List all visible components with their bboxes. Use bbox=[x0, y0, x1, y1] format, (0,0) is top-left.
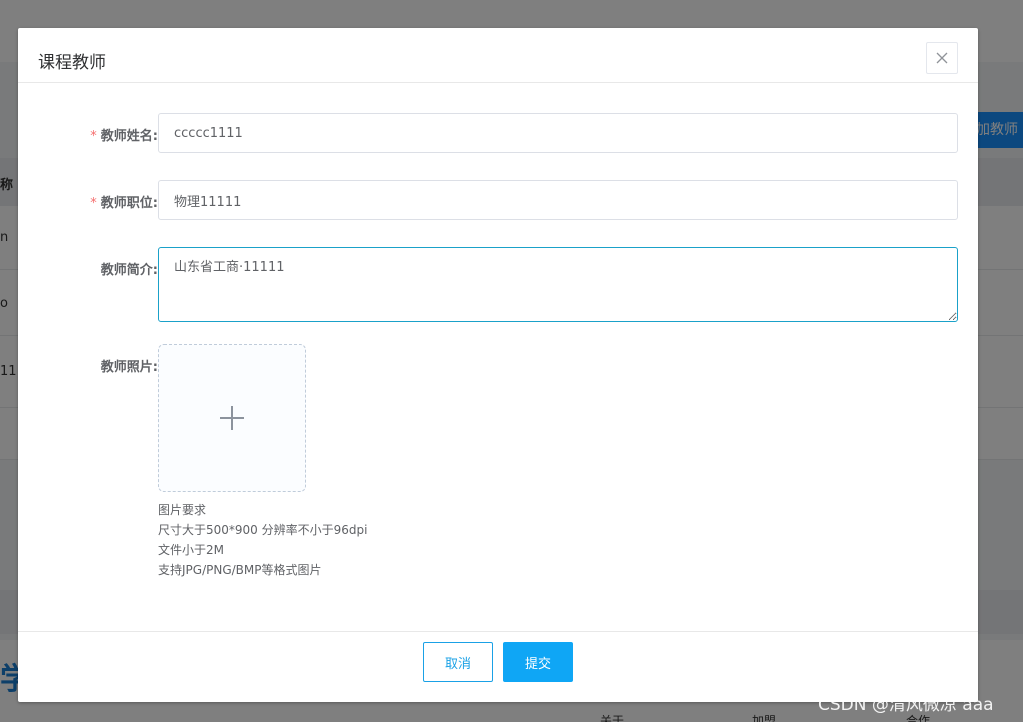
required-mark: * bbox=[90, 129, 97, 144]
photo-label-text: 教师照片: bbox=[100, 360, 158, 375]
required-mark: * bbox=[90, 196, 97, 211]
dialog-title: 课程教师 bbox=[38, 53, 106, 73]
intro-label: 教师简介: bbox=[38, 259, 158, 278]
name-label-text: 教师姓名: bbox=[100, 129, 158, 144]
name-input[interactable] bbox=[158, 113, 958, 153]
form-item-photo: 教师照片: 图片要求 尺寸大于500*900 分辨率不小于96dpi 文件小于2… bbox=[18, 344, 978, 584]
position-label: * 教师职位: bbox=[38, 192, 158, 211]
upload-tip: 图片要求 bbox=[158, 503, 207, 517]
photo-upload[interactable] bbox=[158, 344, 306, 492]
photo-label: 教师照片: bbox=[38, 356, 158, 375]
form-item-name: * 教师姓名: bbox=[18, 113, 978, 153]
name-label: * 教师姓名: bbox=[38, 125, 158, 144]
teacher-dialog: 课程教师 *教师姓名: *教师职位: 教师简介: 山东省工商·11111 教师照… bbox=[18, 28, 978, 702]
submit-button[interactable]: 提交 bbox=[503, 642, 573, 682]
upload-tips: 图片要求 尺寸大于500*900 分辨率不小于96dpi 文件小于2M 支持JP… bbox=[158, 500, 367, 580]
dialog-header: 课程教师 bbox=[18, 28, 978, 83]
form-item-intro: 教师简介: 山东省工商·11111 bbox=[18, 247, 978, 322]
close-icon bbox=[936, 52, 948, 64]
upload-tip: 支持JPG/PNG/BMP等格式图片 bbox=[158, 563, 322, 577]
cancel-button[interactable]: 取消 bbox=[423, 642, 493, 682]
upload-tip: 尺寸大于500*900 分辨率不小于96dpi bbox=[158, 523, 368, 537]
close-button[interactable] bbox=[926, 42, 958, 74]
position-input[interactable] bbox=[158, 180, 958, 220]
watermark: CSDN @清风微凉 aaa bbox=[818, 695, 994, 715]
form-item-position: * 教师职位: bbox=[18, 180, 978, 220]
intro-label-text: 教师简介: bbox=[100, 263, 158, 278]
upload-tip: 文件小于2M bbox=[158, 543, 224, 557]
plus-icon bbox=[220, 406, 244, 430]
position-label-text: 教师职位: bbox=[100, 196, 158, 211]
intro-textarea[interactable]: 山东省工商·11111 bbox=[158, 247, 958, 322]
